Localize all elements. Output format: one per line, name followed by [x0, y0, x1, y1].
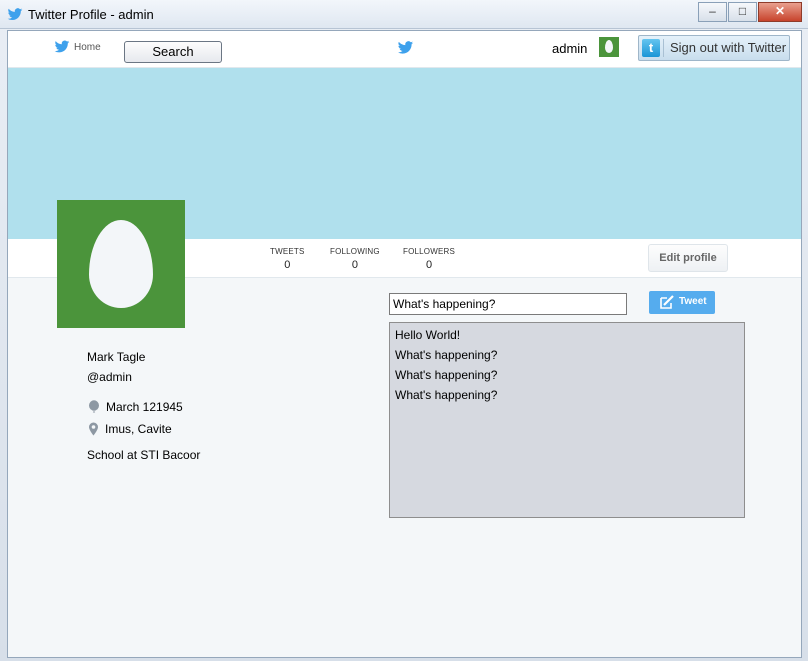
profile-bio: School at STI Bacoor — [87, 448, 201, 462]
tweet-feed[interactable]: Hello World! What's happening? What's ha… — [389, 322, 745, 518]
map-pin-icon — [89, 422, 98, 436]
stat-following[interactable]: FOLLOWING 0 — [330, 247, 380, 271]
title-bar: Twitter Profile - admin – □ ✕ — [0, 0, 808, 29]
close-icon: ✕ — [774, 4, 786, 18]
edit-profile-button[interactable]: Edit profile — [648, 244, 728, 272]
profile-name: Mark Tagle — [87, 350, 146, 364]
minimize-button[interactable]: – — [698, 2, 727, 22]
twitter-logo-icon: t — [642, 39, 660, 57]
stat-tweets-value: 0 — [284, 259, 291, 271]
list-item[interactable]: What's happening? — [390, 365, 744, 385]
avatar[interactable] — [599, 37, 619, 57]
egg-icon — [89, 220, 153, 308]
birthday-text: March 121945 — [106, 400, 183, 414]
top-nav-bar: Home Search admin t Sign out with Twitte… — [8, 31, 801, 68]
minimize-icon: – — [709, 4, 716, 18]
sign-out-button[interactable]: t Sign out with Twitter — [638, 35, 790, 61]
egg-icon — [605, 40, 613, 53]
twitter-bird-icon — [54, 40, 70, 53]
compose-icon — [660, 295, 674, 309]
tweet-label: Tweet — [679, 296, 707, 307]
list-item[interactable]: Hello World! — [390, 325, 744, 345]
stat-followers[interactable]: FOLLOWERS 0 — [403, 247, 455, 271]
divider — [663, 39, 664, 57]
app-window: Twitter Profile - admin – □ ✕ Home Searc… — [0, 0, 808, 661]
window-title: Twitter Profile - admin — [28, 7, 154, 22]
maximize-button[interactable]: □ — [728, 2, 757, 22]
stat-tweets-label: TWEETS — [270, 247, 305, 256]
stat-following-value: 0 — [351, 259, 358, 271]
home-link[interactable]: Home — [54, 40, 101, 54]
sign-out-label: Sign out with Twitter — [670, 40, 787, 55]
stat-following-label: FOLLOWING — [330, 247, 380, 256]
current-username[interactable]: admin — [552, 41, 587, 56]
profile-birthday: March 121945 — [88, 400, 183, 414]
client-area: Home Search admin t Sign out with Twitte… — [7, 30, 802, 658]
stat-followers-label: FOLLOWERS — [403, 247, 456, 256]
list-item[interactable]: What's happening? — [390, 385, 744, 405]
window-controls: – □ ✕ — [697, 2, 802, 22]
balloon-icon — [89, 400, 99, 413]
twitter-bird-icon[interactable] — [397, 41, 414, 55]
profile-handle: @admin — [87, 370, 132, 384]
stat-followers-value: 0 — [425, 259, 433, 271]
stat-tweets[interactable]: TWEETS 0 — [270, 247, 305, 271]
close-button[interactable]: ✕ — [758, 2, 802, 22]
list-item[interactable]: What's happening? — [390, 345, 744, 365]
home-label: Home — [74, 41, 101, 53]
profile-avatar — [57, 200, 185, 328]
twitter-bird-icon — [7, 8, 23, 21]
maximize-icon: □ — [738, 4, 747, 18]
search-button[interactable]: Search — [124, 41, 222, 63]
location-text: Imus, Cavite — [105, 422, 172, 436]
profile-location: Imus, Cavite — [88, 422, 172, 436]
tweet-button[interactable]: Tweet — [649, 291, 715, 314]
tweet-input[interactable] — [389, 293, 627, 315]
